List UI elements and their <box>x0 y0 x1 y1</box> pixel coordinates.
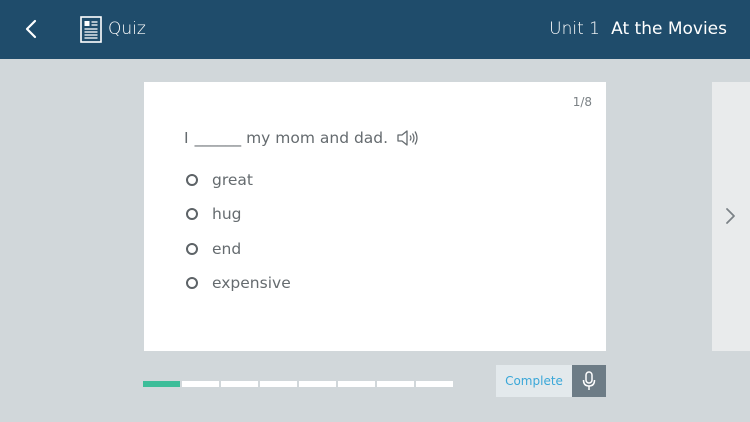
next-question-button[interactable] <box>712 82 750 351</box>
progress-segment <box>299 381 336 387</box>
option-label: end <box>212 240 242 258</box>
question-blank: ______ <box>194 129 242 147</box>
play-audio-button[interactable] <box>396 128 420 148</box>
app-header: Quiz Unit 1 At the Movies <box>0 0 750 59</box>
progress-segment <box>377 381 414 387</box>
answer-option[interactable]: end <box>186 240 241 258</box>
question-suffix: my mom and dad. <box>246 129 389 147</box>
radio-button[interactable] <box>186 174 198 186</box>
unit-label: Unit 1 <box>549 19 600 39</box>
answer-option[interactable]: expensive <box>186 274 291 292</box>
progress-segment <box>182 381 219 387</box>
lesson-title: At the Movies <box>611 19 727 39</box>
quiz-label: Quiz <box>108 19 146 39</box>
progress-bar <box>143 381 455 387</box>
document-icon <box>80 16 102 43</box>
option-label: expensive <box>212 274 291 292</box>
microphone-icon <box>582 371 596 390</box>
option-label: hug <box>212 205 242 223</box>
complete-button[interactable]: Complete <box>496 365 572 397</box>
chevron-right-icon <box>726 208 735 224</box>
option-label: great <box>212 171 253 189</box>
question-card: 1/8 I ______ my mom and dad. great hug e… <box>144 82 606 351</box>
complete-label: Complete <box>505 374 563 388</box>
answer-option[interactable]: great <box>186 171 253 189</box>
chevron-left-icon <box>25 19 37 39</box>
radio-button[interactable] <box>186 208 198 220</box>
answer-option[interactable]: hug <box>186 205 242 223</box>
speaker-icon <box>397 130 418 146</box>
progress-segment <box>221 381 258 387</box>
radio-button[interactable] <box>186 243 198 255</box>
question-text: I ______ my mom and dad. <box>184 128 420 148</box>
question-counter: 1/8 <box>572 95 592 109</box>
progress-segment <box>416 381 453 387</box>
progress-segment <box>143 381 180 387</box>
question-prefix: I <box>184 129 189 147</box>
record-button[interactable] <box>572 365 606 397</box>
progress-segment <box>260 381 297 387</box>
progress-segment <box>338 381 375 387</box>
radio-button[interactable] <box>186 277 198 289</box>
back-button[interactable] <box>18 16 44 42</box>
